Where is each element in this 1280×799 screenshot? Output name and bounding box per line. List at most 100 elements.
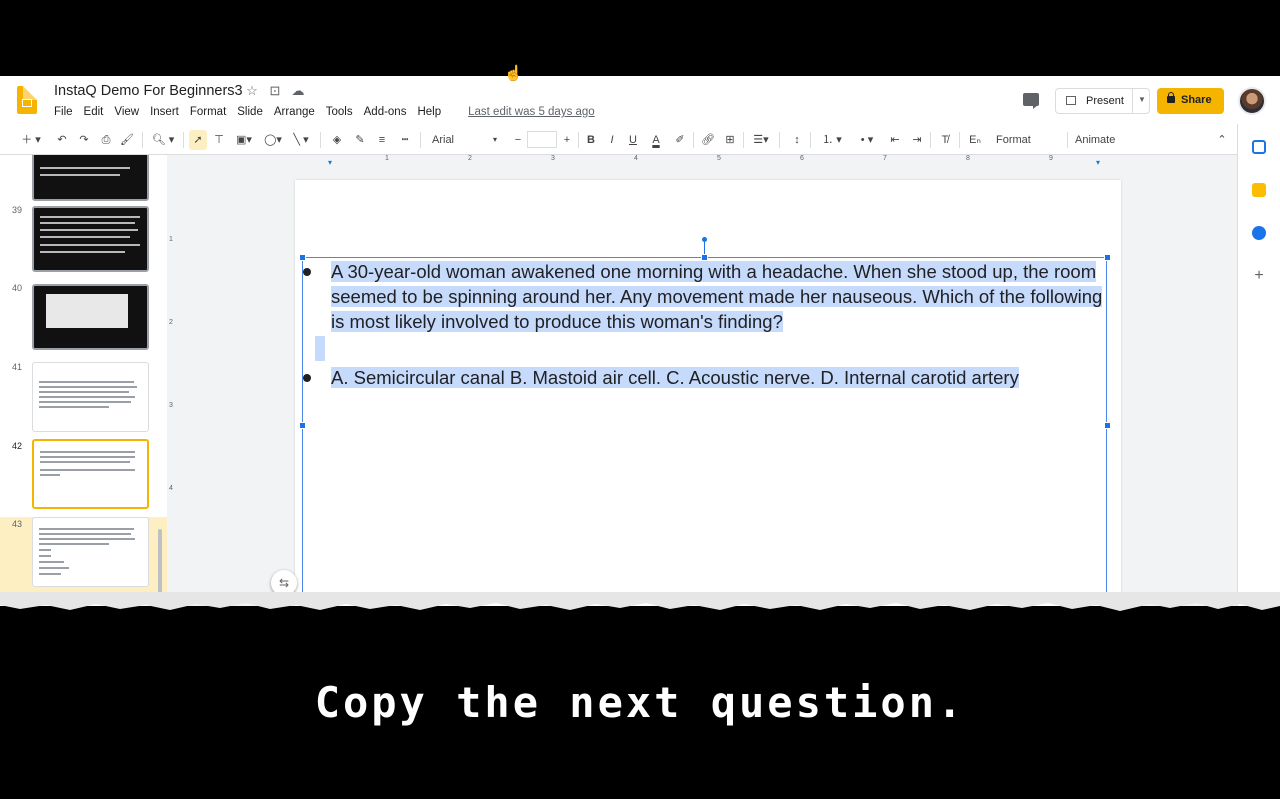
rotation-handle[interactable] bbox=[702, 237, 707, 242]
slides-logo[interactable] bbox=[17, 86, 37, 114]
keep-icon[interactable] bbox=[1252, 183, 1266, 197]
underline-icon[interactable]: U bbox=[626, 130, 640, 150]
left-indent-marker[interactable]: ▾ bbox=[328, 158, 332, 167]
menu-view[interactable]: View bbox=[114, 106, 139, 118]
slide-number: 43 bbox=[12, 519, 23, 529]
text-color-icon[interactable]: A bbox=[648, 130, 664, 150]
empty-line bbox=[302, 334, 1107, 365]
slide-number: 41 bbox=[12, 362, 23, 372]
italic-icon[interactable]: I bbox=[605, 130, 619, 150]
slide-number: 39 bbox=[12, 205, 23, 215]
collapse-toolbar-icon[interactable]: ⌃ bbox=[1214, 130, 1230, 150]
image-icon[interactable]: ▣▾ bbox=[232, 130, 256, 150]
question-bullet: A 30-year-old woman awakened one morning… bbox=[302, 259, 1107, 334]
menu-help[interactable]: Help bbox=[417, 106, 441, 118]
undo-icon[interactable]: ↶ bbox=[54, 130, 70, 150]
animate-button[interactable]: Animate bbox=[1075, 130, 1115, 150]
share-button[interactable]: Share bbox=[1157, 88, 1224, 114]
select-tool-icon[interactable]: ➚ bbox=[189, 130, 207, 150]
slide-thumbnail[interactable] bbox=[32, 517, 149, 587]
menu-file[interactable]: File bbox=[54, 106, 73, 118]
border-weight-icon[interactable]: ≡ bbox=[374, 130, 390, 150]
comment-icon[interactable] bbox=[1023, 93, 1039, 109]
increase-font-size-button[interactable]: + bbox=[560, 130, 574, 150]
document-title[interactable]: InstaQ Demo For Beginners3 bbox=[54, 83, 243, 99]
print-icon[interactable]: ⎙ bbox=[98, 130, 114, 150]
last-edit-link[interactable]: Last edit was 5 days ago bbox=[468, 106, 595, 118]
shape-icon[interactable]: ◯▾ bbox=[262, 130, 284, 150]
filmstrip: 39 40 41 42 43 bbox=[0, 155, 167, 606]
tasks-icon[interactable] bbox=[1252, 226, 1266, 240]
add-addon-icon[interactable]: + bbox=[1252, 268, 1266, 284]
present-label: Present bbox=[1086, 95, 1124, 107]
resize-handle[interactable] bbox=[299, 422, 306, 429]
fill-color-icon[interactable]: ◈ bbox=[329, 130, 345, 150]
decrease-font-size-button[interactable]: − bbox=[511, 130, 525, 150]
menu-insert[interactable]: Insert bbox=[150, 106, 179, 118]
menu-format[interactable]: Format bbox=[190, 106, 226, 118]
add-comment-icon[interactable]: ⊞ bbox=[721, 130, 739, 150]
menu-arrange[interactable]: Arrange bbox=[274, 106, 315, 118]
bulleted-list-icon[interactable]: • ▾ bbox=[853, 130, 881, 150]
video-caption: Copy the next question. bbox=[314, 678, 966, 727]
bullet-dot-icon bbox=[303, 374, 311, 382]
textbox-content[interactable]: A 30-year-old woman awakened one morning… bbox=[302, 259, 1107, 390]
font-dropdown-icon: ▾ bbox=[493, 135, 498, 144]
font-size-input[interactable] bbox=[527, 131, 557, 148]
align-icon[interactable]: ☰▾ bbox=[749, 130, 773, 150]
redo-icon[interactable]: ↷ bbox=[76, 130, 92, 150]
avatar[interactable] bbox=[1238, 87, 1266, 115]
link-icon[interactable]: 🔗︎ bbox=[699, 130, 717, 150]
decrease-indent-icon[interactable]: ⇤ bbox=[887, 130, 903, 150]
cloud-status-icon[interactable]: ☁ bbox=[291, 83, 305, 99]
font-name: Arial bbox=[432, 134, 455, 146]
lock-icon bbox=[1167, 92, 1175, 103]
separator bbox=[810, 132, 811, 148]
present-dropdown-icon[interactable]: ▼ bbox=[1132, 89, 1151, 113]
menu-tools[interactable]: Tools bbox=[326, 106, 353, 118]
slide-thumbnail[interactable] bbox=[32, 206, 149, 272]
separator bbox=[420, 132, 421, 148]
menu-bar: File Edit View Insert Format Slide Arran… bbox=[54, 106, 595, 118]
paint-format-icon[interactable]: 🖌 bbox=[119, 130, 135, 150]
title-icons: ☆ ⊡ ☁ bbox=[245, 83, 305, 99]
slide-thumbnail[interactable] bbox=[32, 284, 149, 350]
textbox-icon[interactable]: ⊤ bbox=[211, 130, 227, 150]
numbered-list-icon[interactable]: ⒈ ▾ bbox=[818, 130, 846, 150]
resize-handle[interactable] bbox=[1104, 422, 1111, 429]
zoom-icon[interactable]: 🔍︎ ▾ bbox=[148, 130, 178, 150]
clear-formatting-icon[interactable]: T̸ bbox=[937, 130, 953, 150]
new-slide-icon[interactable]: ＋ ▾ bbox=[18, 130, 44, 150]
separator bbox=[142, 132, 143, 148]
options-bullet: A. Semicircular canal B. Mastoid air cel… bbox=[302, 365, 1107, 390]
filmstrip-scrollbar[interactable] bbox=[158, 529, 162, 599]
slide-thumbnail[interactable] bbox=[32, 155, 149, 201]
border-dash-icon[interactable]: ┅ bbox=[397, 130, 413, 150]
increase-indent-icon[interactable]: ⇥ bbox=[909, 130, 925, 150]
separator bbox=[578, 132, 579, 148]
menu-edit[interactable]: Edit bbox=[84, 106, 104, 118]
format-options-button[interactable]: Format options bbox=[996, 130, 1060, 166]
menu-slide[interactable]: Slide bbox=[237, 106, 263, 118]
line-icon[interactable]: ╲ ▾ bbox=[288, 130, 314, 150]
input-tools-icon[interactable]: Eₙ bbox=[966, 130, 984, 150]
highlight-color-icon[interactable]: ✐ bbox=[672, 130, 688, 150]
star-icon[interactable]: ☆ bbox=[245, 83, 259, 99]
separator bbox=[320, 132, 321, 148]
line-spacing-icon[interactable]: ↕ bbox=[788, 130, 806, 150]
move-folder-icon[interactable]: ⊡ bbox=[268, 83, 282, 99]
slide-thumbnail[interactable] bbox=[32, 362, 149, 432]
separator bbox=[693, 132, 694, 148]
present-button[interactable]: Present ▼ bbox=[1055, 88, 1150, 114]
right-indent-marker[interactable]: ▾ bbox=[1096, 158, 1100, 167]
vertical-ruler: 1 2 3 4 bbox=[169, 236, 173, 492]
menu-addons[interactable]: Add-ons bbox=[364, 106, 407, 118]
options-text: A. Semicircular canal B. Mastoid air cel… bbox=[331, 367, 1019, 388]
border-color-icon[interactable]: ✎ bbox=[352, 130, 368, 150]
slide-thumbnail-selected[interactable] bbox=[32, 439, 149, 509]
calendar-icon[interactable] bbox=[1252, 140, 1266, 154]
font-select[interactable]: Arial ▾ bbox=[432, 130, 498, 150]
bold-icon[interactable]: B bbox=[584, 130, 598, 150]
separator bbox=[779, 132, 780, 148]
slide-number: 40 bbox=[12, 283, 23, 293]
